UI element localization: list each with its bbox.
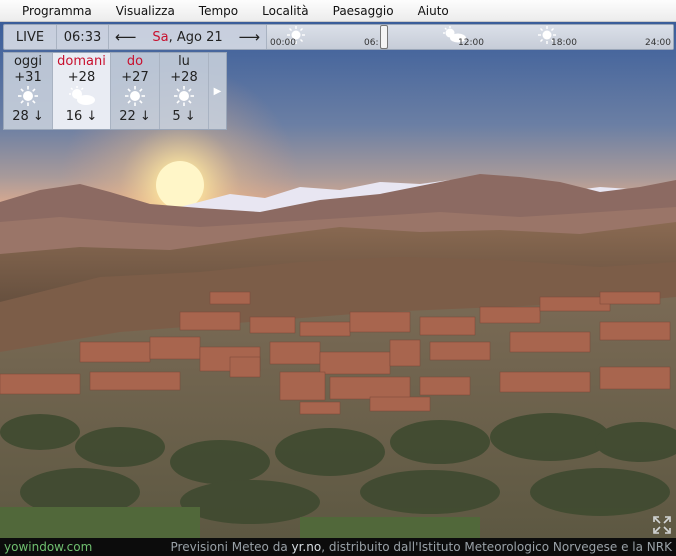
timeline-slider-handle[interactable] — [380, 25, 388, 49]
date-label: Sa, Ago 21 — [152, 30, 222, 45]
live-button[interactable]: LIVE — [4, 25, 57, 49]
yr-no-link[interactable]: yr.no — [292, 540, 322, 554]
forecast-day-oggi[interactable]: oggi +31 28 ↓ — [4, 53, 53, 129]
footer-bar: yowindow.com Previsioni Meteo da yr.no, … — [0, 538, 676, 556]
tick-2400: 24:00 — [645, 38, 671, 48]
fullscreen-icon[interactable] — [652, 515, 672, 535]
day-name: lu — [178, 54, 190, 69]
menu-visualizza[interactable]: Visualizza — [104, 0, 187, 22]
tick-0000: 00:00 — [270, 38, 296, 48]
forecast-day-domani[interactable]: domani +28 16 ↓ — [53, 53, 111, 129]
menu-bar: Programma Visualizza Tempo Località Paes… — [0, 0, 676, 22]
next-day-arrow-icon[interactable]: ⟶ — [238, 28, 260, 46]
forecast-day-lu[interactable]: lu +28 5 ↓ — [160, 53, 209, 129]
timeline-slider[interactable]: 00:00 06: 12:00 18:00 24:00 — [267, 25, 673, 49]
day-wind: 22 ↓ — [119, 109, 151, 124]
day-name: domani — [57, 54, 106, 69]
forecast-day-do[interactable]: do +27 22 ↓ — [111, 53, 160, 129]
day-wind: 5 ↓ — [172, 109, 196, 124]
prev-day-arrow-icon[interactable]: ⟵ — [115, 28, 137, 46]
sun-icon — [125, 85, 145, 107]
sun-icon — [18, 85, 38, 107]
tick-1800: 18:00 — [551, 38, 577, 48]
menu-aiuto[interactable]: Aiuto — [406, 0, 461, 22]
menu-programma[interactable]: Programma — [0, 0, 104, 22]
day-name: do — [126, 54, 144, 69]
sun-icon — [174, 85, 194, 107]
day-temperature: +28 — [170, 70, 198, 85]
menu-paesaggio[interactable]: Paesaggio — [321, 0, 406, 22]
day-temperature: +27 — [121, 70, 149, 85]
date-day-of-week: Sa — [152, 29, 169, 45]
day-temperature: +31 — [14, 70, 42, 85]
day-name: oggi — [13, 54, 43, 69]
partly-cloudy-icon — [68, 85, 96, 107]
forecast-panel: oggi +31 28 ↓ domani +28 16 ↓ do +27 22 … — [3, 52, 227, 130]
menu-localita[interactable]: Località — [250, 0, 321, 22]
day-wind: 16 ↓ — [65, 109, 98, 124]
date-text: , Ago 21 — [168, 29, 223, 45]
day-wind: 28 ↓ — [12, 109, 44, 124]
tick-1200: 12:00 — [458, 38, 484, 48]
menu-tempo[interactable]: Tempo — [187, 0, 250, 22]
brand-link[interactable]: yowindow.com — [4, 540, 92, 554]
clock-display: 06:33 — [57, 25, 109, 49]
tick-0600: 06: — [364, 38, 379, 48]
time-bar: LIVE 06:33 ⟵ Sa, Ago 21 ⟶ 00:00 06: 12:0… — [3, 24, 674, 50]
credits-text: Previsioni Meteo da yr.no, distribuito d… — [170, 540, 672, 554]
day-temperature: +28 — [67, 70, 96, 85]
date-selector: ⟵ Sa, Ago 21 ⟶ — [109, 25, 267, 49]
forecast-next-arrow-icon[interactable]: ▶ — [209, 53, 226, 129]
